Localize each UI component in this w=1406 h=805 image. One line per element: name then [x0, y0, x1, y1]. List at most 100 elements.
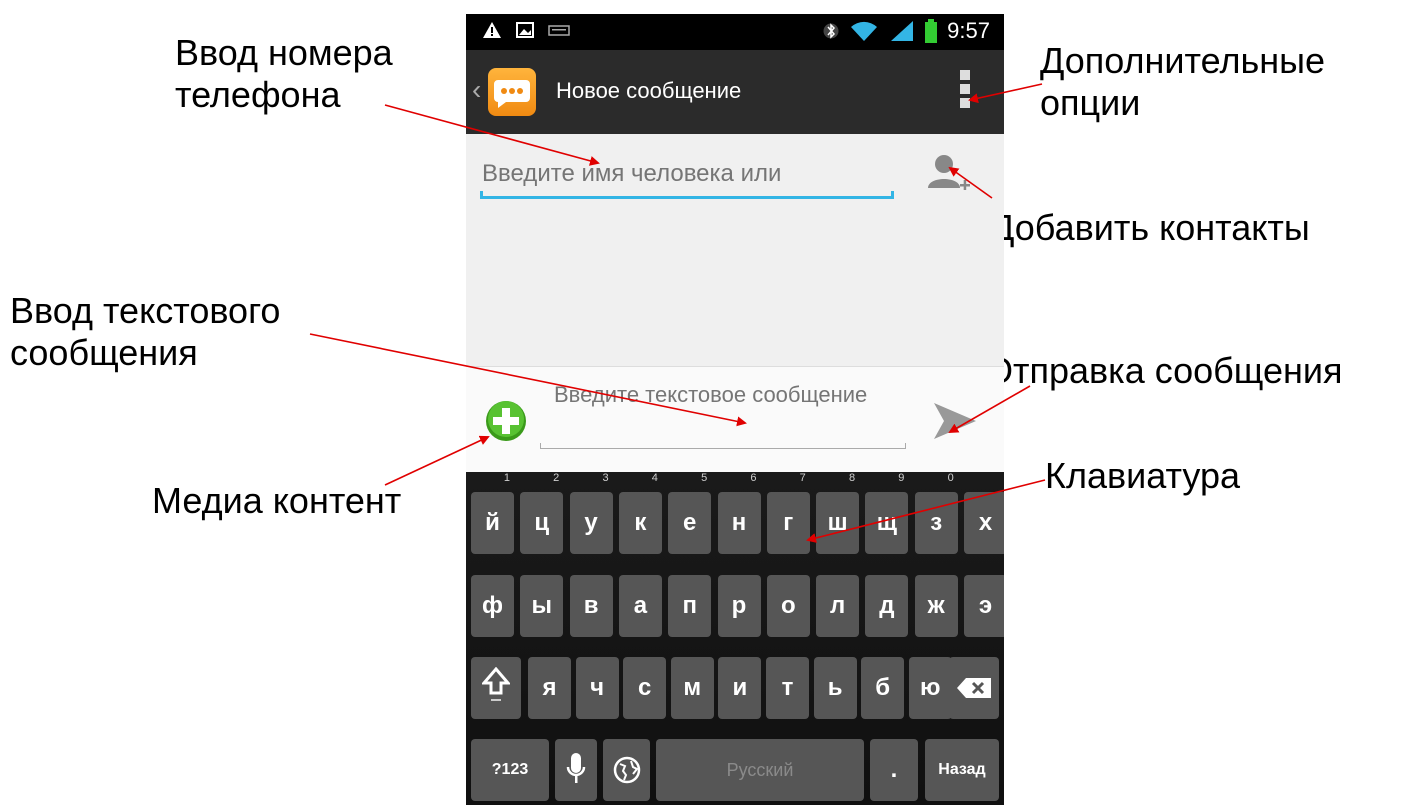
overflow-menu-icon[interactable] — [960, 70, 970, 112]
key-н[interactable]: н6 — [717, 472, 761, 554]
image-icon — [516, 22, 534, 38]
backspace-key[interactable] — [949, 657, 999, 719]
phone-screen: 9:57 ‹ Новое сообщение й1ц2у3к4е5н6г7ш8щ… — [466, 14, 1004, 805]
key-number-hint: 8 — [848, 472, 856, 484]
messaging-app-icon[interactable] — [488, 68, 536, 116]
status-bar: 9:57 — [466, 14, 1004, 50]
key-label: и — [732, 674, 748, 701]
key-number-hint: 7 — [799, 472, 806, 484]
key-label: ы — [531, 592, 553, 619]
key-ч[interactable]: ч — [575, 657, 619, 719]
compose-bar — [466, 366, 1004, 473]
message-input[interactable] — [554, 381, 904, 441]
key-у[interactable]: у3 — [569, 472, 613, 554]
key-label: у — [584, 509, 598, 536]
key-ж[interactable]: ж — [914, 575, 958, 637]
warning-icon — [483, 22, 501, 38]
key-э[interactable]: э — [964, 575, 1004, 637]
page-title: Новое сообщение — [556, 78, 742, 103]
keyboard-row: ячсм итьбю — [466, 657, 1004, 721]
recipient-input[interactable] — [482, 152, 892, 196]
annotation-add-contacts: Добавить контакты — [990, 207, 1310, 248]
key-р[interactable]: р — [717, 575, 761, 637]
key-label: о — [780, 592, 796, 619]
space-key[interactable]: Русский — [656, 739, 864, 801]
key-к[interactable]: к4 — [618, 472, 662, 554]
key-г[interactable]: г7 — [766, 472, 810, 554]
bluetooth-icon — [823, 23, 839, 39]
key-х[interactable]: х — [964, 492, 1004, 554]
keyboard: й1ц2у3к4е5н6г7ш8щ9з0х фывапролджэ ячсмит… — [466, 472, 1004, 805]
key-label: д — [879, 592, 895, 619]
key-и[interactable]: и — [718, 657, 762, 719]
key-label: з — [930, 509, 943, 536]
add-contact-icon[interactable] — [922, 148, 972, 198]
key-label: р — [731, 592, 747, 619]
key-д[interactable]: д — [865, 575, 909, 637]
key-label: а — [633, 592, 648, 619]
enter-key[interactable]: Назад — [925, 739, 999, 801]
recipient-underline — [480, 191, 894, 199]
key-ш[interactable]: ш8 — [816, 472, 860, 554]
key-я[interactable]: я — [528, 657, 571, 719]
microphone-icon — [566, 753, 586, 783]
keyboard-row: ?123 Русский . Назад — [466, 739, 1004, 803]
key-number-hint: 4 — [651, 472, 658, 484]
annotation-send-message: Отправка сообщения — [985, 350, 1343, 391]
key-й[interactable]: й1 — [471, 472, 514, 554]
annotation-text: Ввод текстового — [10, 290, 281, 331]
keyboard-row: й1ц2у3к4е5н6г7ш8щ9з0х — [466, 472, 1004, 556]
key-label: в — [583, 592, 599, 619]
key-щ[interactable]: щ9 — [865, 472, 909, 554]
microphone-key[interactable] — [555, 739, 597, 801]
annotation-more-options: Дополнительные опции — [1040, 40, 1325, 124]
key-е[interactable]: е5 — [668, 472, 712, 554]
key-ы[interactable]: ы — [520, 575, 564, 637]
key-т[interactable]: т — [766, 657, 809, 719]
key-а[interactable]: а — [618, 575, 662, 637]
key-number-hint: 0 — [947, 472, 954, 484]
language-key[interactable] — [603, 739, 650, 801]
key-label: ю — [920, 674, 941, 701]
annotation-media-content: Медиа контент — [152, 480, 402, 521]
key-ь[interactable]: ь — [813, 657, 857, 719]
key-з[interactable]: з0 — [914, 472, 958, 554]
period-key[interactable]: . — [870, 739, 918, 801]
key-в[interactable]: в — [569, 575, 613, 637]
key-ф[interactable]: ф — [471, 575, 514, 637]
back-chevron-icon[interactable]: ‹ — [472, 74, 481, 106]
key-л[interactable]: л — [816, 575, 860, 637]
battery-icon — [925, 19, 938, 43]
key-м[interactable]: м — [670, 657, 714, 719]
key-с[interactable]: с — [623, 657, 667, 719]
message-underline — [540, 443, 906, 449]
wifi-icon — [851, 21, 878, 41]
symbols-key[interactable]: ?123 — [471, 739, 549, 801]
shift-key[interactable] — [471, 657, 521, 719]
globe-icon — [613, 756, 640, 784]
annotation-keyboard: Клавиатура — [1045, 455, 1240, 496]
key-number-hint: 6 — [750, 472, 757, 484]
attach-media-icon[interactable] — [484, 399, 528, 443]
key-label: ш — [827, 509, 848, 536]
key-label: л — [829, 592, 846, 619]
key-ю[interactable]: ю — [908, 657, 952, 719]
annotation-text-input: Ввод текстового сообщения — [10, 290, 280, 374]
key-label: н — [731, 509, 747, 536]
shift-icon — [480, 666, 512, 701]
key-label: м — [683, 674, 702, 701]
key-label: й — [485, 509, 500, 536]
key-о[interactable]: о — [766, 575, 810, 637]
key-label: я — [542, 674, 557, 701]
key-б[interactable]: б — [861, 657, 905, 719]
send-icon[interactable] — [932, 401, 978, 441]
key-number-hint: 2 — [553, 472, 560, 484]
action-bar: ‹ Новое сообщение — [466, 50, 1004, 134]
key-label: ф — [482, 592, 503, 619]
annotation-text: телефона — [175, 74, 341, 115]
key-ц[interactable]: ц2 — [520, 472, 564, 554]
keyboard-icon — [548, 25, 570, 36]
key-label: ж — [927, 592, 945, 619]
key-label: е — [683, 509, 697, 536]
key-п[interactable]: п — [668, 575, 712, 637]
